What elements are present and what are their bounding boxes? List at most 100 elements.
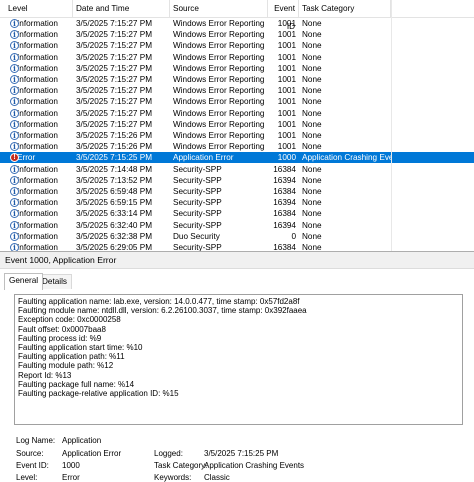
information-icon	[10, 41, 19, 51]
row-level: Information	[5, 119, 73, 130]
event-row[interactable]: Information 3/5/2025 7:13:52 PM Security-S…	[0, 175, 474, 186]
row-level-text: Information	[17, 86, 58, 96]
row-event-id: 16384	[273, 187, 296, 196]
information-icon	[10, 63, 19, 73]
information-icon	[10, 175, 19, 185]
column-header-source[interactable]: Source	[170, 0, 268, 18]
event-row[interactable]: Information 3/5/2025 6:32:38 PM Duo Securi…	[0, 231, 474, 242]
row-source: Security-SPP	[173, 220, 222, 230]
row-event-id: 0	[291, 231, 296, 241]
row-date-time: 3/5/2025 7:15:27 PM	[76, 86, 153, 96]
event-row[interactable]: Information 3/5/2025 7:15:26 PM Windows Er…	[0, 130, 474, 141]
information-icon	[10, 131, 19, 140]
level-label: Level:	[16, 473, 38, 482]
row-task-category: None	[302, 19, 322, 28]
row-level-text: Information	[17, 231, 58, 241]
row-event-id: 16384	[273, 164, 296, 174]
row-date-time: 3/5/2025 6:33:14 PM	[76, 209, 153, 219]
row-source: Windows Error Reporting	[173, 142, 265, 152]
row-date-time: 3/5/2025 7:15:27 PM	[76, 75, 153, 84]
row-task-category: None	[302, 243, 322, 251]
column-header-row: Level Date and Time Source Event ID Task…	[0, 0, 474, 31]
row-level: Information	[5, 164, 73, 175]
event-row[interactable]: Information 3/5/2025 7:15:26 PM Windows Er…	[0, 141, 474, 152]
event-row[interactable]: Information 3/5/2025 7:15:27 PM Windows Er…	[0, 40, 474, 51]
event-row[interactable]: Information 3/5/2025 7:15:27 PM Windows Er…	[0, 96, 474, 107]
row-source: Windows Error Reporting	[173, 86, 265, 96]
row-date-time: 3/5/2025 7:15:27 PM	[76, 30, 153, 40]
event-row[interactable]: Error 3/5/2025 7:15:25 PM Application Erro…	[0, 152, 474, 164]
event-row[interactable]: Information 3/5/2025 7:15:27 PM Windows Er…	[0, 52, 474, 63]
information-icon	[10, 119, 19, 129]
row-level: Information	[5, 231, 73, 242]
event-row[interactable]: Information 3/5/2025 6:29:05 PM Security-S…	[0, 242, 474, 251]
row-level-text: Information	[17, 97, 58, 107]
information-icon	[10, 97, 19, 107]
row-level-text: Information	[17, 142, 58, 152]
row-level: Information	[5, 96, 73, 107]
description-line: Faulting application start time: %10	[18, 343, 143, 353]
row-source: Windows Error Reporting	[173, 131, 265, 140]
row-source: Windows Error Reporting	[173, 52, 265, 62]
event-description[interactable]: Faulting application name: lab.exe, vers…	[14, 294, 463, 425]
description-line: Fault offset: 0x0007baa8	[18, 324, 106, 334]
event-row[interactable]: Information 3/5/2025 7:15:27 PM Windows Er…	[0, 63, 474, 74]
event-row[interactable]: Information 3/5/2025 7:15:27 PM Windows Er…	[0, 74, 474, 85]
row-level: Information	[5, 208, 73, 219]
log-name-label: Log Name:	[16, 436, 56, 445]
row-event-id: 1001	[277, 108, 296, 118]
event-row[interactable]: Information 3/5/2025 6:59:15 PM Security-S…	[0, 197, 474, 208]
column-header-task-category[interactable]: Task Category	[299, 0, 391, 18]
row-level-text: Information	[17, 164, 58, 174]
row-event-id: 1001	[277, 86, 296, 96]
row-level: Information	[5, 130, 73, 141]
row-level-text: Information	[17, 108, 58, 118]
log-name-value: Application	[62, 436, 102, 445]
row-task-category: None	[302, 220, 322, 230]
row-task-category: None	[302, 131, 322, 140]
row-source: Windows Error Reporting	[173, 63, 265, 73]
column-header-date-time[interactable]: Date and Time	[73, 0, 170, 18]
information-icon	[10, 75, 19, 84]
row-source: Windows Error Reporting	[173, 19, 265, 28]
event-row[interactable]: Information 3/5/2025 7:15:27 PM Windows Er…	[0, 119, 474, 130]
event-row[interactable]: Information 3/5/2025 7:15:27 PM Windows Er…	[0, 85, 474, 96]
column-header-event-id[interactable]: Event ID	[268, 0, 299, 31]
information-icon	[10, 220, 19, 230]
row-level-text: Information	[17, 243, 58, 251]
event-row[interactable]: Information 3/5/2025 6:59:48 PM Security-S…	[0, 186, 474, 197]
row-level-text: Information	[17, 198, 58, 208]
information-icon	[10, 52, 19, 62]
row-date-time: 3/5/2025 6:29:05 PM	[76, 243, 153, 251]
description-line: Faulting process id: %9	[18, 333, 102, 343]
row-source: Security-SPP	[173, 164, 222, 174]
column-header-level[interactable]: Level	[5, 0, 73, 18]
event-row[interactable]: Information 3/5/2025 7:15:27 PM Windows Er…	[0, 18, 474, 29]
event-row[interactable]: Information 3/5/2025 6:33:14 PM Security-S…	[0, 208, 474, 219]
event-row[interactable]: Information 3/5/2025 7:15:27 PM Windows Er…	[0, 108, 474, 119]
event-row[interactable]: Information 3/5/2025 7:15:27 PM Windows Er…	[0, 29, 474, 40]
row-level-text: Information	[17, 119, 58, 129]
row-event-id: 16394	[273, 198, 296, 208]
row-source: Duo Security	[173, 231, 220, 241]
row-source: Security-SPP	[173, 198, 222, 208]
event-row[interactable]: Information 3/5/2025 7:14:48 PM Security-S…	[0, 164, 474, 175]
description-line: Exception code: 0xc0000258	[18, 315, 121, 325]
row-level: Information	[5, 63, 73, 74]
information-icon	[10, 209, 19, 219]
description-line: Faulting module name: ntdll.dll, version…	[18, 306, 307, 316]
event-list[interactable]: Level Date and Time Source Event ID Task…	[0, 0, 474, 251]
row-event-id: 1001	[277, 52, 296, 62]
row-date-time: 3/5/2025 7:15:27 PM	[76, 63, 153, 73]
row-task-category: Application Crashing Events	[302, 153, 391, 163]
event-id-label: Event ID:	[16, 461, 49, 470]
tab-general[interactable]: General	[4, 273, 44, 290]
row-level-text: Information	[17, 187, 58, 196]
row-level-text: Information	[17, 209, 58, 219]
task-category-value: Application Crashing Events	[204, 461, 305, 470]
event-row[interactable]: Information 3/5/2025 6:32:40 PM Security-S…	[0, 220, 474, 231]
row-level: Information	[5, 74, 73, 85]
row-source: Windows Error Reporting	[173, 97, 265, 107]
row-event-id: 1000	[277, 153, 296, 163]
row-source: Windows Error Reporting	[173, 41, 265, 51]
